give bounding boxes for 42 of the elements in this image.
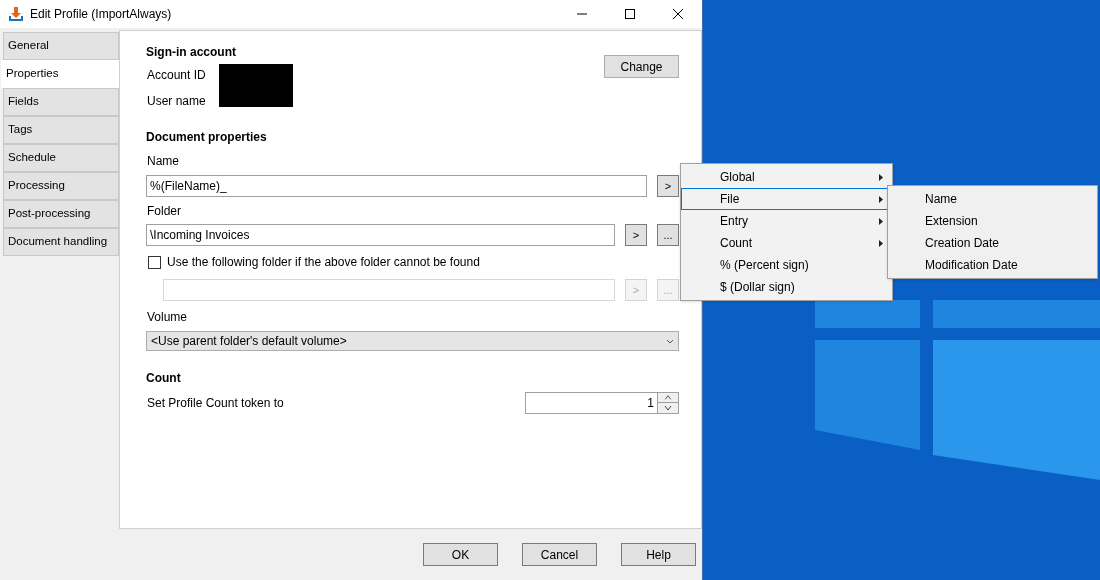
close-icon[interactable]	[672, 8, 684, 20]
tab[interactable]: Processing	[3, 172, 119, 200]
field-label: Account ID	[147, 67, 207, 84]
checkbox-label: Use the following folder if the above folder cannot be found	[167, 254, 480, 271]
field-label: Volume	[147, 309, 189, 326]
menu-item[interactable]: $ (Dollar sign)	[681, 276, 892, 298]
insert-token-button[interactable]: >	[625, 224, 647, 246]
browse-button[interactable]: ...	[657, 224, 679, 246]
section-heading: Document properties	[146, 129, 268, 146]
tab[interactable]: Post-processing	[3, 200, 119, 228]
download-icon	[8, 6, 24, 22]
tab[interactable]: Tags	[3, 116, 119, 144]
maximize-icon[interactable]	[624, 8, 636, 20]
field-label: Name	[147, 153, 180, 170]
menu-item[interactable]: Modification Date	[888, 254, 1097, 276]
fallback-folder-input[interactable]	[163, 279, 615, 301]
tab[interactable]: Document handling	[3, 228, 119, 256]
change-button[interactable]: Change	[604, 55, 679, 78]
menu-item[interactable]: Extension	[888, 210, 1097, 232]
dialog-button[interactable]: OK	[423, 543, 498, 566]
field-label: Set Profile Count token to	[147, 395, 285, 412]
count-spinner[interactable]: 1	[525, 392, 679, 414]
checkbox[interactable]	[148, 255, 161, 269]
menu-item[interactable]: Global	[681, 166, 892, 188]
menu-item[interactable]: Creation Date	[888, 232, 1097, 254]
tab[interactable]: General	[3, 32, 119, 60]
dialog-button[interactable]: Cancel	[522, 543, 597, 566]
field-label: Folder	[147, 203, 182, 220]
volume-dropdown[interactable]: <Use parent folder's default volume>	[146, 331, 679, 351]
tab[interactable]: Properties	[1, 60, 119, 88]
section-heading: Sign-in account	[146, 44, 237, 61]
dialog-button[interactable]: Help	[621, 543, 696, 566]
chevron-down-icon	[666, 338, 674, 344]
tab[interactable]: Fields	[3, 88, 119, 116]
name-input[interactable]: %(FileName)_	[146, 175, 647, 197]
spin-up-icon[interactable]	[658, 393, 678, 403]
insert-token-button[interactable]: >	[657, 175, 679, 197]
folder-input[interactable]: \Incoming Invoices	[146, 224, 615, 246]
tab[interactable]: Schedule	[3, 144, 119, 172]
field-label: User name	[147, 93, 207, 110]
section-heading: Count	[146, 370, 182, 387]
window-title: Edit Profile (ImportAlways)	[30, 6, 172, 23]
